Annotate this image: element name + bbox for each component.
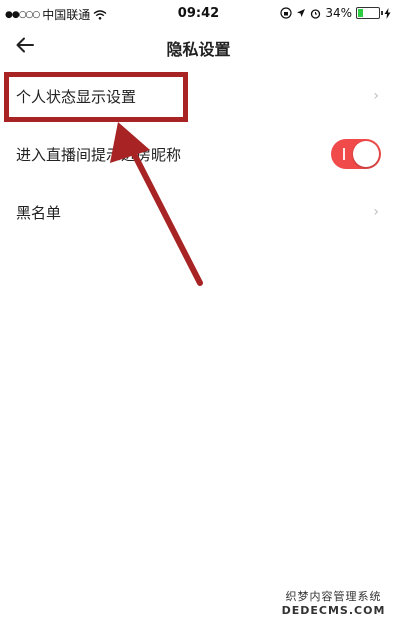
charging-bolt-icon [384,7,391,19]
annotation-highlight-box [4,72,188,122]
settings-item-label: 黑名单 [16,203,62,222]
location-arrow-icon [297,9,306,17]
settings-item-blacklist[interactable]: 黑名单 › [0,183,397,241]
watermark-line1: 织梦内容管理系统 [285,590,382,603]
page-title: 隐私设置 [166,40,231,59]
orientation-lock-icon [280,7,292,19]
watermark: 织梦内容管理系统 DEDECMS.COM [276,588,391,617]
battery-percent: 34% [325,6,352,20]
battery-fill [358,9,364,17]
toggle-knob [353,141,379,167]
status-bar: ●●○○○ 中国联通 09:42 34% [0,0,397,28]
status-right: 34% [280,6,391,20]
entry-notice-toggle[interactable] [331,139,381,169]
nav-bar: 隐私设置 [0,28,397,64]
toggle-on-indicator [343,148,345,160]
chevron-right-icon: › [373,88,379,104]
settings-item-label: 进入直播间提示进房昵称 [16,145,182,164]
settings-item-entry-notice: 进入直播间提示进房昵称 [0,125,397,183]
alarm-clock-icon [311,8,321,19]
battery-icon [356,7,383,19]
chevron-right-icon: › [373,204,379,220]
watermark-line2: DEDECMS.COM [281,604,386,617]
